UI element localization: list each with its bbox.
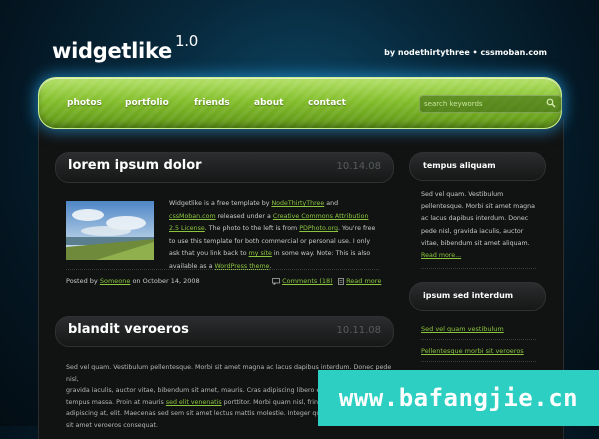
- inline-link[interactable]: my site: [249, 250, 272, 257]
- body-text: Widgetlike is a free template by: [169, 200, 272, 207]
- logo-text: widgetlike: [52, 39, 172, 63]
- nav-contact[interactable]: contact: [308, 98, 346, 108]
- search-input[interactable]: [424, 97, 534, 110]
- post-photo: [66, 201, 154, 260]
- main-nav: photos portfolio friends about contact: [38, 77, 562, 129]
- post-date: 10.14.08: [336, 161, 381, 172]
- sidebar-link[interactable]: Sed vel quam vestibulum: [421, 325, 504, 333]
- divider: [421, 339, 536, 340]
- magnifier-icon[interactable]: [546, 98, 556, 108]
- inline-link[interactable]: PDPhoto.org: [299, 225, 338, 232]
- post-title[interactable]: blandit veroeros: [68, 322, 189, 337]
- post-header: blandit veroeros 10.11.08: [55, 316, 394, 347]
- posted-date: on October 14, 2008: [132, 277, 200, 285]
- read-more-link[interactable]: Read more: [346, 277, 381, 285]
- search-box: [419, 95, 562, 113]
- site-byline: by nodethirtythree • cssmoban.com: [384, 48, 547, 57]
- sidebar-box-header: tempus aliquam: [409, 152, 546, 181]
- body-text: and: [324, 200, 339, 207]
- nav-about[interactable]: about: [254, 98, 283, 108]
- posted-prefix: Posted by: [66, 277, 98, 285]
- post-header: lorem ipsum dolor 10.14.08: [55, 152, 394, 183]
- sidebar-text: Sed vel quam. Vestibulum pellentesque. M…: [421, 189, 536, 262]
- post-date: 10.11.08: [336, 325, 381, 336]
- read-more-meta: Read more: [338, 277, 381, 285]
- body-text: . The photo to the left is from: [204, 225, 300, 233]
- post-body: Widgetlike is a free template by NodeThi…: [169, 198, 379, 274]
- body-text: released under a: [215, 212, 273, 220]
- logo-version: 1.0: [175, 32, 198, 50]
- inline-link[interactable]: cssMoban.com: [169, 213, 216, 220]
- watermark-banner: www.bafangjie.cn: [318, 370, 599, 426]
- document-icon: [338, 277, 344, 285]
- post-author-link[interactable]: Someone: [100, 277, 131, 285]
- divider: [66, 269, 379, 270]
- inline-link[interactable]: NodeThirtyThree: [271, 200, 324, 207]
- sidebar-paragraph: Sed vel quam. Vestibulum pellentesque. M…: [421, 191, 536, 247]
- sidebar-box-header: ipsum sed interdum: [409, 282, 546, 311]
- sidebar-link[interactable]: Pellentesque morbi sit veroeros: [421, 347, 524, 355]
- post-title[interactable]: lorem ipsum dolor: [68, 158, 202, 173]
- inline-link[interactable]: sed elit venenatis: [166, 399, 222, 406]
- comment-icon: [272, 277, 280, 285]
- site-logo[interactable]: widgetlike 1.0: [52, 32, 198, 63]
- comments-meta: Comments (18): [272, 277, 333, 285]
- post-meta: Posted by Someone on October 14, 2008: [66, 277, 200, 285]
- comments-link[interactable]: Comments (18): [282, 277, 333, 285]
- divider: [421, 268, 536, 269]
- divider: [421, 361, 536, 362]
- sidebar-title: tempus aliquam: [423, 161, 496, 170]
- sidebar-title: ipsum sed interdum: [423, 291, 514, 300]
- nav-portfolio[interactable]: portfolio: [125, 98, 169, 108]
- sidebar-read-more-link[interactable]: Read more...: [421, 252, 461, 259]
- nav-photos[interactable]: photos: [67, 98, 102, 108]
- nav-friends[interactable]: friends: [194, 98, 230, 108]
